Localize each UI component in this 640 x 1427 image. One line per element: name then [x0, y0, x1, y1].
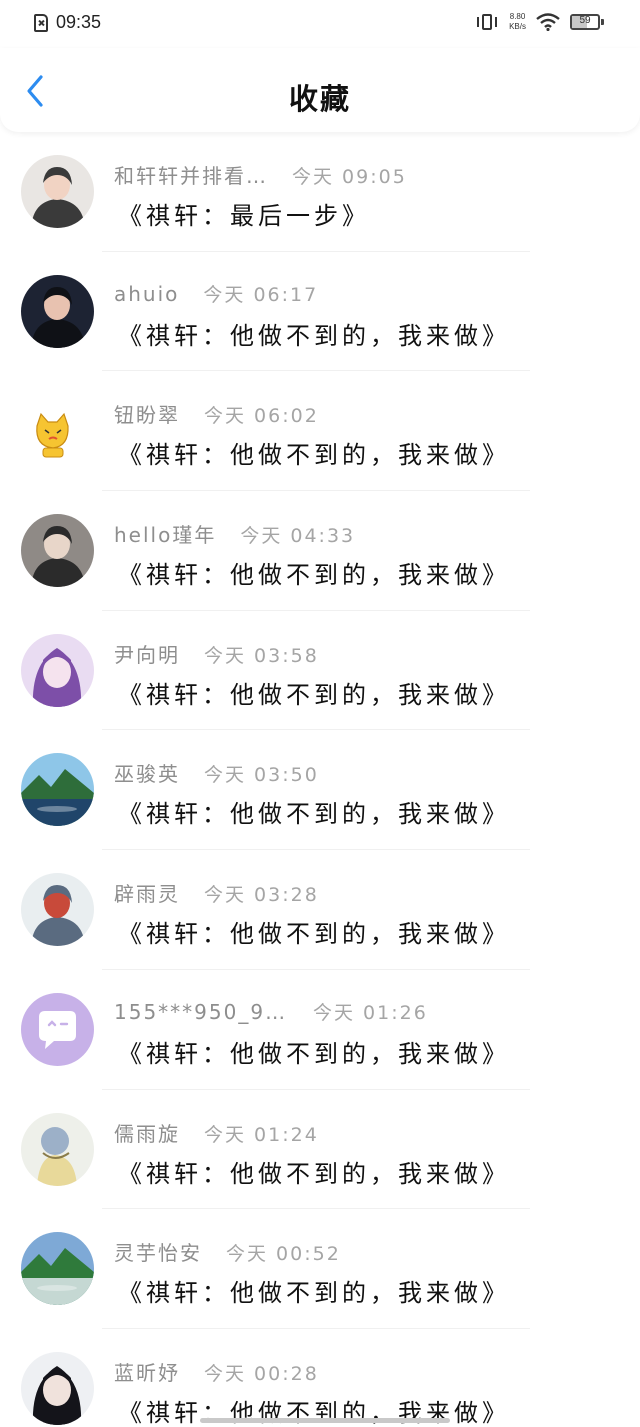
user-name[interactable]: 儒雨旋 — [114, 1118, 180, 1147]
wifi-icon — [536, 13, 560, 32]
item-meta: 辟雨灵 今天 03:28 — [114, 878, 319, 907]
sim-off-icon — [34, 13, 48, 32]
header: 收藏 — [0, 48, 640, 132]
avatar-landscape-icon — [21, 1232, 94, 1306]
avatar-landscape-icon — [21, 753, 94, 827]
item-title[interactable]: 《祺轩：他做不到的，我来做》 — [118, 1034, 510, 1069]
status-bar: 09:35 8.80 KB/s 59 — [0, 0, 640, 48]
list-item[interactable]: ahuio 今天 06:17 《祺轩：他做不到的，我来做》 — [0, 252, 640, 372]
avatar[interactable] — [21, 1232, 94, 1306]
item-time: 今天 00:52 — [226, 1243, 341, 1266]
item-title[interactable]: 《祺轩：他做不到的，我来做》 — [118, 1273, 510, 1308]
avatar-photo-icon — [21, 873, 94, 947]
user-name[interactable]: ahuio — [114, 282, 179, 306]
list-item[interactable]: 155***950_9476… 今天 01:26 《祺轩：他做不到的，我来做》 — [0, 970, 640, 1090]
avatar[interactable] — [21, 633, 94, 707]
user-name[interactable]: 尹向明 — [114, 639, 180, 668]
item-time: 今天 03:50 — [204, 764, 319, 787]
user-name[interactable]: 灵芋怡安 — [114, 1237, 202, 1266]
list-item[interactable]: hello瑾年 今天 04:33 《祺轩：他做不到的，我来做》 — [0, 491, 640, 611]
item-title[interactable]: 《祺轩：他做不到的，我来做》 — [118, 555, 510, 590]
item-meta: 灵芋怡安 今天 00:52 — [114, 1237, 341, 1266]
item-time: 今天 03:28 — [204, 884, 319, 907]
item-time: 今天 01:26 — [313, 1001, 428, 1024]
vibrate-icon — [475, 13, 499, 31]
item-time: 今天 06:17 — [203, 283, 319, 306]
user-name[interactable]: hello瑾年 — [114, 519, 216, 548]
avatar[interactable] — [21, 873, 94, 947]
avatar-photo-icon — [21, 155, 94, 228]
user-name[interactable]: 巫骏英 — [114, 758, 180, 787]
item-title[interactable]: 《祺轩：他做不到的，我来做》 — [118, 794, 510, 829]
list-item[interactable]: 辟雨灵 今天 03:28 《祺轩：他做不到的，我来做》 — [0, 850, 640, 970]
item-title[interactable]: 《祺轩：他做不到的，我来做》 — [118, 316, 510, 351]
avatar[interactable] — [21, 753, 94, 827]
favorites-list: 和轩轩并排看… 今天 09:05 《祺轩：最后一步》 ahuio 今天 06:1… — [0, 132, 640, 1427]
item-meta: 巫骏英 今天 03:50 — [114, 758, 319, 787]
status-left: 09:35 — [34, 12, 101, 33]
user-name[interactable]: 辟雨灵 — [114, 878, 180, 907]
avatar[interactable] — [21, 394, 94, 468]
avatar-photo-icon — [21, 514, 94, 588]
item-title[interactable]: 《祺轩：他做不到的，我来做》 — [118, 435, 510, 470]
item-time: 今天 01:24 — [204, 1123, 319, 1146]
home-indicator[interactable] — [200, 1418, 450, 1423]
list-item[interactable]: 和轩轩并排看… 今天 09:05 《祺轩：最后一步》 — [0, 132, 640, 252]
battery-level: 59 — [579, 15, 591, 26]
item-title[interactable]: 《祺轩：最后一步》 — [118, 196, 370, 231]
avatar[interactable] — [21, 155, 94, 228]
user-name[interactable]: 蓝昕妤 — [114, 1357, 180, 1386]
avatar-cartoon-cat-icon — [21, 394, 94, 468]
avatar[interactable] — [21, 1112, 94, 1186]
item-meta: hello瑾年 今天 04:33 — [114, 519, 355, 548]
item-time: 今天 04:33 — [240, 525, 356, 548]
item-meta: 155***950_9476… 今天 01:26 — [114, 998, 428, 1025]
item-meta: ahuio 今天 06:17 — [114, 280, 318, 307]
avatar[interactable] — [21, 274, 94, 348]
network-speed-value: 8.80 — [509, 12, 526, 21]
battery-icon: 59 — [570, 13, 604, 31]
item-meta: 儒雨旋 今天 01:24 — [114, 1118, 319, 1147]
avatar-anime-icon — [21, 633, 94, 707]
item-title[interactable]: 《祺轩：他做不到的，我来做》 — [118, 914, 510, 949]
list-item[interactable]: 儒雨旋 今天 01:24 《祺轩：他做不到的，我来做》 — [0, 1090, 640, 1210]
user-name[interactable]: 155***950_9476… — [114, 1000, 289, 1024]
list-item[interactable]: 蓝昕妤 今天 00:28 《祺轩：他做不到的，我来做》 — [0, 1329, 640, 1427]
avatar-anime-icon — [21, 1351, 94, 1425]
user-name[interactable]: 钮盼翠 — [114, 399, 180, 428]
item-time: 今天 09:05 — [292, 166, 407, 188]
item-time: 今天 00:28 — [204, 1362, 319, 1385]
item-time: 今天 03:58 — [204, 644, 319, 667]
avatar-illustration-icon — [21, 1112, 94, 1186]
network-speed: 8.80 KB/s — [509, 12, 526, 32]
network-speed-unit: KB/s — [509, 22, 526, 31]
avatar-photo-icon — [21, 274, 94, 348]
avatar[interactable] — [21, 992, 94, 1066]
list-item[interactable]: 钮盼翠 今天 06:02 《祺轩：他做不到的，我来做》 — [0, 371, 640, 492]
page-title: 收藏 — [288, 82, 351, 116]
avatar[interactable] — [21, 514, 94, 588]
item-title[interactable]: 《祺轩：他做不到的，我来做》 — [118, 675, 510, 710]
list-item[interactable]: 灵芋怡安 今天 00:52 《祺轩：他做不到的，我来做》 — [0, 1209, 640, 1329]
avatar[interactable] — [21, 1351, 94, 1425]
item-meta: 蓝昕妤 今天 00:28 — [114, 1357, 319, 1386]
item-meta: 尹向明 今天 03:58 — [114, 639, 319, 668]
list-item[interactable]: 尹向明 今天 03:58 《祺轩：他做不到的，我来做》 — [0, 611, 640, 731]
item-title[interactable]: 《祺轩：他做不到的，我来做》 — [118, 1154, 510, 1189]
list-item[interactable]: 巫骏英 今天 03:50 《祺轩：他做不到的，我来做》 — [0, 730, 640, 851]
item-time: 今天 06:02 — [204, 405, 319, 428]
item-meta: 钮盼翠 今天 06:02 — [114, 399, 319, 428]
avatar-default-chat-icon — [21, 992, 94, 1066]
status-right: 8.80 KB/s 59 — [475, 12, 604, 32]
user-name[interactable]: 和轩轩并排看… — [114, 160, 268, 189]
status-time: 09:35 — [56, 12, 102, 32]
item-meta: 和轩轩并排看… 今天 09:05 — [114, 160, 407, 189]
